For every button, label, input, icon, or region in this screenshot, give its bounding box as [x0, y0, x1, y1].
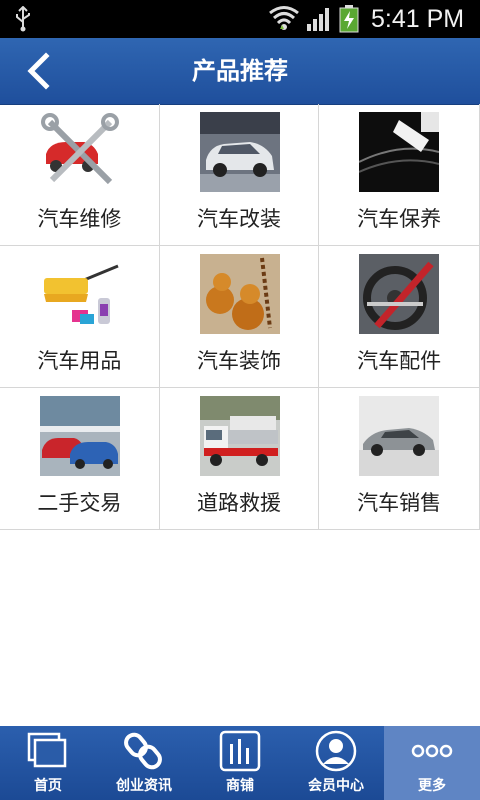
- back-arrow-icon[interactable]: [22, 52, 58, 90]
- grid-row: 汽车用品 汽车装饰 汽车配件: [0, 246, 480, 388]
- tab-label: 创业资讯: [116, 778, 172, 794]
- car-polishing-image: [359, 112, 440, 192]
- tab-label: 商铺: [226, 778, 254, 794]
- category-car-decoration[interactable]: 汽车装饰: [160, 246, 320, 387]
- category-car-parts[interactable]: 汽车配件: [319, 246, 480, 387]
- category-label: 汽车用品: [37, 349, 122, 373]
- used-cars-image: [40, 396, 120, 476]
- category-used-trading[interactable]: 二手交易: [0, 388, 160, 529]
- store-icon: [219, 730, 261, 772]
- usb-icon: [16, 6, 30, 32]
- category-grid: 汽车维修 汽车改装 汽车保养 汽车用品 汽车装饰 汽车配件 二手交易 道路救援 …: [0, 104, 480, 530]
- category-label: 汽车销售: [357, 491, 442, 515]
- wifi-icon: [269, 6, 299, 30]
- steering-wheel-lock-image: [359, 254, 440, 334]
- status-bar: 5:41 PM: [0, 0, 480, 38]
- category-label: 二手交易: [37, 491, 122, 515]
- battery-icon: [339, 5, 359, 33]
- category-label: 汽车改装: [197, 207, 281, 231]
- category-label: 汽车配件: [357, 349, 442, 373]
- tab-label: 首页: [34, 778, 62, 794]
- tab-more[interactable]: 更多: [384, 726, 480, 800]
- grid-row: 二手交易 道路救援 汽车销售: [0, 388, 480, 530]
- status-time: 5:41 PM: [371, 5, 465, 33]
- car-repair-image: [40, 112, 120, 192]
- more-icon: [411, 744, 453, 758]
- category-label: 道路救援: [197, 491, 281, 515]
- signal-icon: [307, 8, 329, 31]
- car-supplies-image: [40, 254, 120, 334]
- tab-store[interactable]: 商铺: [192, 726, 288, 800]
- tab-label: 会员中心: [308, 778, 364, 794]
- gourd-ornament-image: [199, 254, 280, 334]
- page-title: 产品推荐: [192, 57, 288, 85]
- member-icon: [315, 730, 357, 772]
- tab-member-center[interactable]: 会员中心: [288, 726, 384, 800]
- category-car-repair[interactable]: 汽车维修: [0, 104, 160, 245]
- category-car-maintenance[interactable]: 汽车保养: [319, 104, 480, 245]
- header-bar: 产品推荐: [0, 38, 480, 105]
- tab-label: 更多: [418, 778, 446, 794]
- sports-car-image: [359, 396, 440, 476]
- category-car-modification[interactable]: 汽车改装: [160, 104, 320, 245]
- category-label: 汽车保养: [357, 207, 442, 231]
- tab-startup-news[interactable]: 创业资讯: [96, 726, 192, 800]
- modified-car-image: [199, 112, 280, 192]
- category-label: 汽车维修: [37, 207, 122, 231]
- bottom-tab-bar: 首页 创业资讯 商铺 会员中心 更多: [0, 726, 480, 800]
- tow-truck-image: [199, 396, 280, 476]
- grid-row: 汽车维修 汽车改装 汽车保养: [0, 104, 480, 246]
- category-car-supplies[interactable]: 汽车用品: [0, 246, 160, 387]
- tab-home[interactable]: 首页: [0, 726, 96, 800]
- category-label: 汽车装饰: [197, 349, 281, 373]
- category-car-sales[interactable]: 汽车销售: [319, 388, 480, 529]
- link-icon: [124, 732, 162, 770]
- category-road-rescue[interactable]: 道路救援: [160, 388, 320, 529]
- home-icon: [27, 732, 67, 768]
